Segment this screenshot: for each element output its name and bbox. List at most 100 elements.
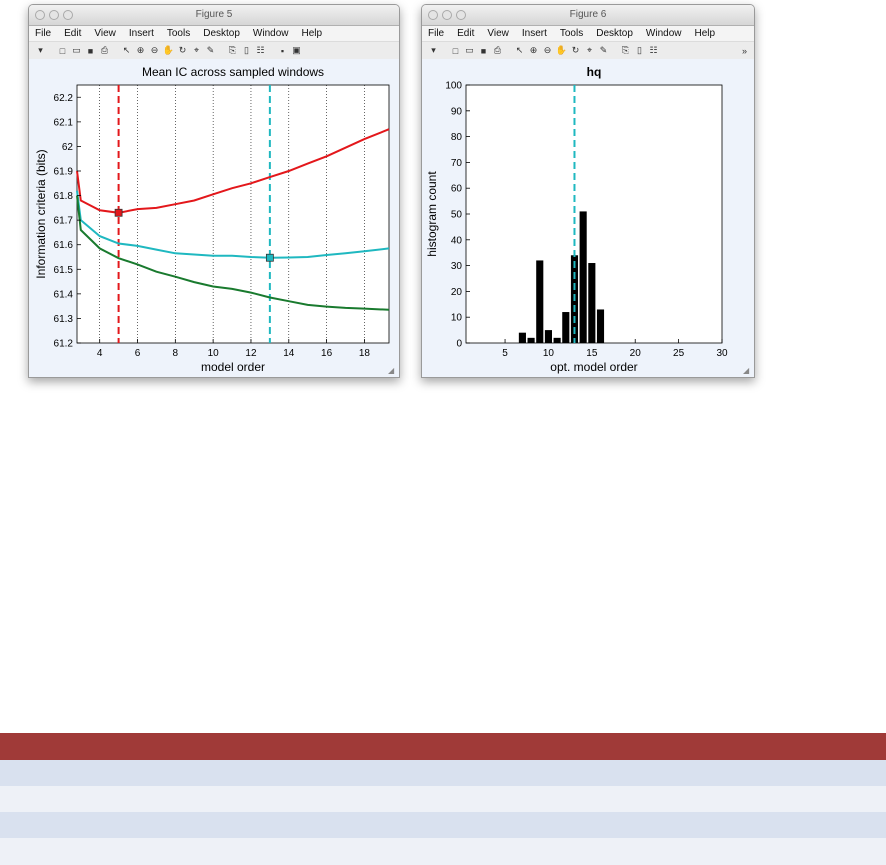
y-tick-label: 30 [451, 261, 463, 272]
colorbar-icon[interactable]: ▯ [241, 45, 252, 56]
y-tick-label: 61.4 [54, 289, 74, 300]
y-tick-label: 90 [451, 106, 463, 117]
histogram-chart: hq 5 10 15 20 25 30 0 10 20 30 40 50 60 70 80 90 100 opt. … [425, 65, 728, 374]
x-tick-label: 15 [586, 348, 598, 359]
zoom-out-icon[interactable]: ⊖ [149, 45, 160, 56]
figure-6-window: Figure 6 File Edit View Insert Tools Des… [421, 4, 755, 378]
menu-desktop[interactable]: Desktop [203, 26, 240, 41]
brush-icon[interactable]: ✎ [205, 45, 216, 56]
pointer-icon[interactable]: ↖ [514, 45, 525, 56]
open-folder-icon[interactable]: ▭ [464, 45, 475, 56]
rotate-icon[interactable]: ↻ [570, 45, 581, 56]
save-icon[interactable]: ■ [85, 45, 96, 56]
minimize-icon[interactable] [442, 10, 452, 20]
window-title: Figure 5 [195, 9, 233, 20]
table-row [0, 786, 886, 812]
x-axis-label: opt. model order [550, 360, 637, 374]
new-file-icon[interactable]: □ [450, 45, 461, 56]
print-icon[interactable]: ⎙ [99, 45, 110, 56]
zoom-in-icon[interactable]: ⊕ [528, 45, 539, 56]
x-tick-label: 4 [97, 348, 103, 359]
y-axis-label: histogram count [425, 171, 439, 257]
menu-insert[interactable]: Insert [522, 26, 547, 41]
table-header-band [0, 733, 886, 760]
y-tick-label: 62.2 [54, 93, 74, 104]
hide-tools-icon[interactable]: ▪ [277, 45, 288, 56]
menu-tools[interactable]: Tools [560, 26, 583, 41]
menu-help[interactable]: Help [695, 26, 716, 41]
y-axis-label: Information criteria (bits) [34, 149, 48, 278]
x-tick-label: 20 [630, 348, 642, 359]
menu-window[interactable]: Window [253, 26, 289, 41]
minimize-icon[interactable] [49, 10, 59, 20]
save-icon[interactable]: ■ [478, 45, 489, 56]
y-tick-label: 60 [451, 184, 463, 195]
link-icon[interactable]: ⎘ [227, 45, 238, 56]
pan-icon[interactable]: ✋ [556, 45, 567, 56]
figure-canvas: Mean IC across sampled windows 4 6 8 10 12 14 1… [29, 59, 399, 377]
plot-area [76, 84, 390, 344]
new-file-icon[interactable]: □ [57, 45, 68, 56]
menu-help[interactable]: Help [302, 26, 323, 41]
histogram-bar [518, 332, 526, 343]
zoom-icon[interactable] [456, 10, 466, 20]
x-tick-label: 30 [716, 348, 728, 359]
toolbar-overflow[interactable]: » [739, 45, 750, 56]
open-folder-icon[interactable]: ▭ [71, 45, 82, 56]
show-tools-icon[interactable]: ▣ [291, 45, 302, 56]
menu-desktop[interactable]: Desktop [596, 26, 633, 41]
menu-insert[interactable]: Insert [129, 26, 154, 41]
x-tick-label: 8 [173, 348, 179, 359]
menu-edit[interactable]: Edit [457, 26, 474, 41]
legend-icon[interactable]: ☷ [648, 45, 659, 56]
x-tick-label: 16 [321, 348, 333, 359]
menu-bar: File Edit View Insert Tools Desktop Wind… [422, 26, 754, 41]
y-tick-label: 0 [456, 339, 462, 350]
histogram-bar [527, 337, 535, 343]
menu-file[interactable]: File [428, 26, 444, 41]
figure-toolbar: ▾ □ ▭ ■ ⎙ ↖ ⊕ ⊖ ✋ ↻ ⌖ ✎ ⎘ ▯ ☷ » [422, 41, 754, 60]
zoom-icon[interactable] [63, 10, 73, 20]
y-tick-label: 50 [451, 210, 463, 221]
window-controls [428, 10, 466, 20]
colorbar-icon[interactable]: ▯ [634, 45, 645, 56]
menu-tools[interactable]: Tools [167, 26, 190, 41]
histogram-bar [579, 211, 587, 343]
minimum-marker [114, 208, 123, 217]
histogram-bar [588, 263, 596, 343]
rotate-icon[interactable]: ↻ [177, 45, 188, 56]
link-icon[interactable]: ⎘ [620, 45, 631, 56]
datacursor-icon[interactable]: ⌖ [584, 45, 595, 56]
title-bar[interactable]: Figure 6 [422, 5, 754, 26]
y-tick-label: 10 [451, 313, 463, 324]
figure-canvas: hq 5 10 15 20 25 30 0 10 20 30 40 50 60 70 80 90 100 opt. … [422, 59, 754, 377]
menu-edit[interactable]: Edit [64, 26, 81, 41]
menu-bar: File Edit View Insert Tools Desktop Wind… [29, 26, 399, 41]
arrow-icon[interactable]: ▾ [428, 45, 439, 56]
zoom-out-icon[interactable]: ⊖ [542, 45, 553, 56]
menu-view[interactable]: View [487, 26, 509, 41]
resize-handle-icon[interactable]: ◢ [743, 366, 752, 375]
brush-icon[interactable]: ✎ [598, 45, 609, 56]
y-tick-label: 62 [62, 142, 74, 153]
pointer-icon[interactable]: ↖ [121, 45, 132, 56]
pan-icon[interactable]: ✋ [163, 45, 174, 56]
close-icon[interactable] [428, 10, 438, 20]
print-icon[interactable]: ⎙ [492, 45, 503, 56]
close-icon[interactable] [35, 10, 45, 20]
legend-icon[interactable]: ☷ [255, 45, 266, 56]
x-tick-label: 10 [208, 348, 220, 359]
datacursor-icon[interactable]: ⌖ [191, 45, 202, 56]
minimum-marker [265, 253, 274, 262]
menu-view[interactable]: View [94, 26, 116, 41]
title-bar[interactable]: Figure 5 [29, 5, 399, 26]
resize-handle-icon[interactable]: ◢ [388, 366, 397, 375]
x-tick-label: 25 [673, 348, 685, 359]
zoom-in-icon[interactable]: ⊕ [135, 45, 146, 56]
histogram-bar [553, 337, 561, 343]
arrow-icon[interactable]: ▾ [35, 45, 46, 56]
x-tick-label: 10 [543, 348, 555, 359]
y-tick-label: 80 [451, 132, 463, 143]
menu-window[interactable]: Window [646, 26, 682, 41]
menu-file[interactable]: File [35, 26, 51, 41]
